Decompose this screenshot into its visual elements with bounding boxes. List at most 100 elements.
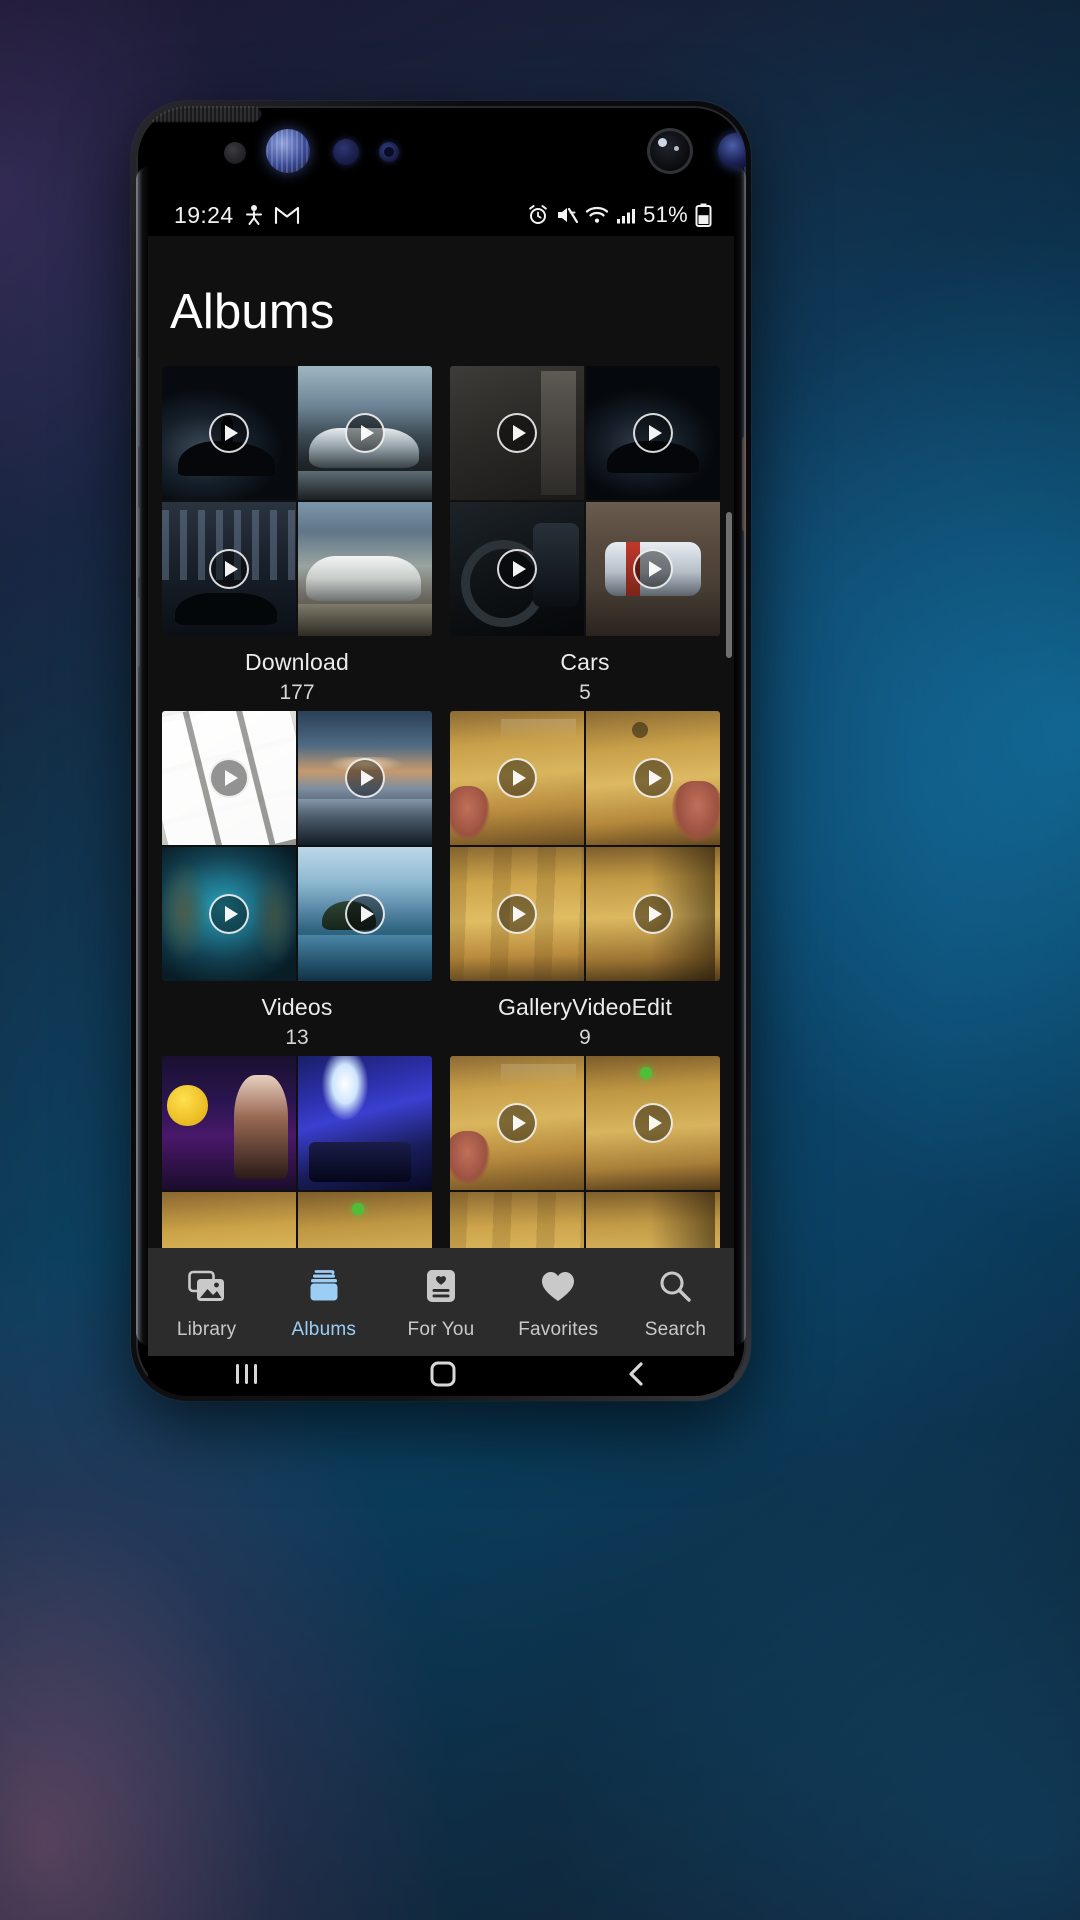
album-thumbnail-grid: [450, 1056, 720, 1248]
album-thumb: [298, 847, 432, 981]
nav-item-albums[interactable]: Albums: [265, 1264, 382, 1341]
mute-icon: [556, 205, 579, 225]
album-thumb: [450, 847, 584, 981]
play-icon: [497, 758, 537, 798]
album-card[interactable]: GalleryVideoEdit 9: [450, 711, 720, 1050]
thumb-art-hand-on-wood-floor: [162, 1192, 296, 1248]
album-thumb: [162, 711, 296, 845]
play-icon: [633, 413, 673, 453]
led-indicator-icon: [379, 142, 399, 162]
album-thumb: [586, 1192, 720, 1248]
album-thumb: [450, 711, 584, 845]
gmail-icon: [274, 205, 300, 225]
nav-label-for-you: For You: [407, 1319, 475, 1340]
battery-icon: [695, 203, 712, 227]
person-activity-icon: [244, 204, 264, 226]
album-thumb: [298, 366, 432, 500]
nav-label-favorites: Favorites: [518, 1319, 599, 1340]
play-icon: [345, 758, 385, 798]
album-thumbnail-grid: [162, 1056, 432, 1248]
phone-device: 19:24 51% Albums Download 177 Cars 5 Vid…: [131, 101, 751, 1401]
album-thumb: [450, 1192, 584, 1248]
iris-scanner-icon: [266, 129, 310, 173]
play-icon: [633, 894, 673, 934]
album-count: 9: [579, 1026, 591, 1049]
front-camera-icon: [647, 128, 693, 174]
proximity-sensor-icon: [224, 142, 246, 164]
album-thumb: [298, 1192, 432, 1248]
nav-item-search[interactable]: Search: [617, 1264, 734, 1341]
power-button[interactable]: [742, 436, 746, 532]
vertical-scrollbar[interactable]: [726, 512, 732, 658]
album-name: Videos: [261, 994, 333, 1020]
back-button[interactable]: [624, 1360, 650, 1393]
play-icon: [345, 894, 385, 934]
album-thumb: [162, 1056, 296, 1190]
album-thumb: [162, 1192, 296, 1248]
wifi-icon: [585, 205, 609, 225]
heart-icon: [540, 1264, 576, 1308]
album-thumb: [586, 847, 720, 981]
album-thumbnail-grid: [162, 711, 432, 981]
albums-stack-icon: [306, 1264, 342, 1308]
status-bar: 19:24 51%: [148, 194, 734, 236]
thumb-art-wooden-floor: [450, 1192, 584, 1248]
album-thumb: [162, 847, 296, 981]
for-you-card-icon: [425, 1264, 457, 1308]
album-thumb: [162, 366, 296, 500]
alarm-icon: [527, 204, 549, 226]
album-card[interactable]: [162, 1056, 432, 1248]
recents-button[interactable]: [232, 1360, 262, 1393]
device-screen: 19:24 51% Albums Download 177 Cars 5 Vid…: [148, 194, 734, 1366]
album-card[interactable]: Cars 5: [450, 366, 720, 705]
phone-screen-bezel: 19:24 51% Albums Download 177 Cars 5 Vid…: [136, 106, 746, 1396]
play-icon: [497, 549, 537, 589]
album-card[interactable]: [450, 1056, 720, 1248]
album-thumbnail-grid: [162, 366, 432, 636]
right-edge-highlight: [734, 166, 746, 1346]
play-icon: [345, 413, 385, 453]
signal-icon: [616, 205, 636, 225]
play-icon: [209, 413, 249, 453]
page-title: Albums: [170, 285, 335, 339]
thumb-art-wooden-floor-shadow: [586, 1192, 720, 1248]
home-button[interactable]: [429, 1360, 457, 1393]
album-thumb: [162, 502, 296, 636]
thumb-art-tv-show-screenshot: [162, 1056, 296, 1190]
nav-label-library: Library: [176, 1319, 237, 1340]
albums-scroll-area[interactable]: Albums Download 177 Cars 5 Videos 13 Gal…: [148, 236, 734, 1248]
volume-down-button[interactable]: [136, 506, 140, 578]
nav-label-albums: Albums: [291, 1319, 357, 1340]
album-thumb: [298, 502, 432, 636]
album-name: Cars: [560, 649, 610, 675]
nav-label-search: Search: [644, 1319, 707, 1340]
thumb-art-wood-floor-green-light: [298, 1192, 432, 1248]
album-card[interactable]: Download 177: [162, 366, 432, 705]
album-count: 177: [279, 681, 315, 704]
album-thumb: [586, 1056, 720, 1190]
play-icon: [497, 1103, 537, 1143]
album-thumb: [450, 502, 584, 636]
bixby-button[interactable]: [136, 356, 140, 448]
search-icon: [658, 1264, 692, 1308]
album-thumb: [586, 711, 720, 845]
gallery-app: Albums Download 177 Cars 5 Videos 13 Gal…: [148, 236, 734, 1366]
photo-stack-icon: [187, 1264, 226, 1308]
album-card[interactable]: Videos 13: [162, 711, 432, 1050]
album-count: 13: [285, 1026, 309, 1049]
play-icon: [209, 894, 249, 934]
album-thumb: [586, 366, 720, 500]
album-thumb: [298, 711, 432, 845]
nav-item-library[interactable]: Library: [148, 1264, 265, 1341]
play-icon: [497, 413, 537, 453]
play-icon: [209, 549, 249, 589]
thumb-art-rgb-lit-desk-setup: [298, 1056, 432, 1190]
play-icon: [633, 758, 673, 798]
nav-item-favorites[interactable]: Favorites: [500, 1264, 617, 1341]
sensor-cluster: [136, 106, 746, 198]
volume-up-button[interactable]: [136, 596, 140, 668]
nav-item-for-you[interactable]: For You: [382, 1264, 499, 1341]
play-icon: [633, 1103, 673, 1143]
status-bar-right: 51%: [527, 202, 712, 228]
play-icon: [209, 758, 249, 798]
